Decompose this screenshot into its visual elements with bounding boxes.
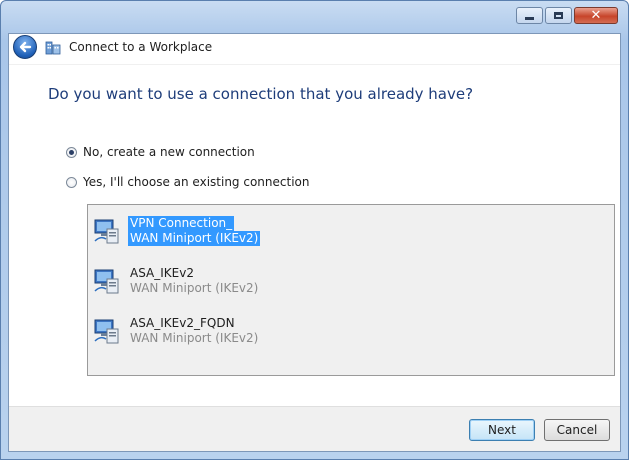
network-connection-icon [94,319,119,344]
radio-button[interactable] [66,176,77,188]
cancel-button[interactable]: Cancel [544,419,610,441]
connection-device: WAN Miniport (IKEv2) [130,331,259,345]
minimize-icon [525,17,534,20]
list-item[interactable]: ASA_IKEv2 WAN Miniport (IKEv2) [93,265,393,305]
radio-use-existing[interactable]: Yes, I'll choose an existing connection [66,175,309,189]
connections-list[interactable]: VPN Connection_ WAN Miniport (IKEv2) ASA… [87,204,615,376]
maximize-button[interactable] [545,7,572,24]
window-title: Connect to a Workplace [69,40,213,54]
back-button[interactable] [13,35,37,59]
list-item[interactable]: ASA_IKEv2_FQDN WAN Miniport (IKEv2) [93,315,393,355]
connection-device: WAN Miniport (IKEv2) [128,231,261,246]
radio-selected-dot [69,149,74,155]
caption-buttons: ✕ [516,7,618,24]
minimize-button[interactable] [516,7,543,24]
wizard-content: Connect to a Workplace Do you want to us… [8,33,621,452]
wizard-window: ✕ Connect to a Workplace Do you want to … [0,0,629,460]
radio-label: No, create a new connection [83,145,255,159]
connection-name: VPN Connection_ [128,216,235,231]
page-heading: Do you want to use a connection that you… [48,85,474,103]
wizard-footer: Next Cancel [9,406,620,451]
close-icon: ✕ [590,8,602,23]
radio-create-new[interactable]: No, create a new connection [66,145,255,159]
maximize-icon [554,12,563,19]
workplace-icon [45,41,61,55]
close-button[interactable]: ✕ [574,7,618,24]
wizard-header: Connect to a Workplace [9,34,620,65]
next-button[interactable]: Next [469,419,535,441]
network-connection-icon [94,269,119,294]
network-connection-icon [94,219,119,244]
radio-button[interactable] [66,146,77,158]
connection-name: ASA_IKEv2 [130,266,194,280]
radio-label: Yes, I'll choose an existing connection [83,175,310,189]
list-item[interactable]: VPN Connection_ WAN Miniport (IKEv2) [93,215,393,255]
connection-device: WAN Miniport (IKEv2) [130,281,259,295]
connection-name: ASA_IKEv2_FQDN [130,316,235,330]
back-arrow-icon [19,41,32,53]
